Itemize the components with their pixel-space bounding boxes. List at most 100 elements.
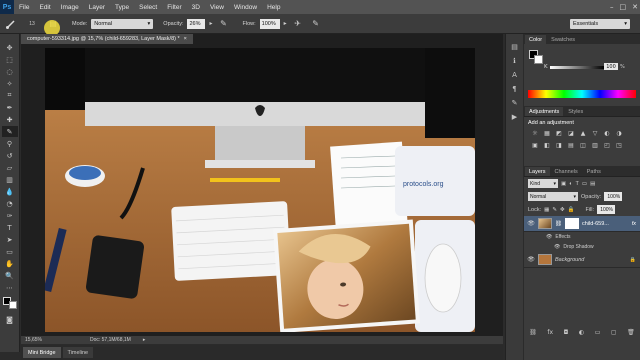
tab-paths[interactable]: Paths	[583, 167, 605, 176]
document-tab[interactable]: computer-593314.jpg @ 15,7% (child-65928…	[21, 34, 193, 44]
image-canvas[interactable]: protocols.org	[45, 48, 475, 332]
shape-tool-icon[interactable]: ▭	[2, 246, 18, 257]
color-balance-icon[interactable]: ◐	[602, 129, 612, 138]
actions-icon[interactable]: ▶	[509, 112, 521, 122]
invert-icon[interactable]: ▤	[566, 141, 576, 150]
add-style-icon[interactable]: fx	[547, 329, 553, 336]
paragraph-icon[interactable]: ¶	[509, 84, 521, 94]
tab-layers[interactable]: Layers	[525, 167, 550, 176]
filter-type-icon[interactable]: T	[576, 181, 579, 187]
delete-layer-icon[interactable]: 🗑	[627, 329, 635, 336]
new-group-icon[interactable]: ▭	[595, 329, 601, 336]
flow-dropdown-icon[interactable]: ▸	[284, 20, 287, 27]
tab-color[interactable]: Color	[525, 35, 547, 44]
layer-opacity-field[interactable]: 100%	[604, 192, 623, 201]
color-swatches[interactable]	[2, 297, 17, 309]
blur-tool-icon[interactable]: 💧	[2, 186, 18, 197]
workspace-select[interactable]: Essentials ▾	[570, 19, 630, 29]
properties-icon[interactable]: ℹ	[509, 56, 521, 66]
type-tool-icon[interactable]: T	[2, 222, 18, 233]
layer-background[interactable]: 👁 Background 🔒	[524, 252, 640, 268]
eye-icon[interactable]: 👁	[546, 234, 552, 240]
menu-edit[interactable]: Edit	[34, 4, 55, 11]
tab-adjustments[interactable]: Adjustments	[525, 107, 564, 116]
brush-size-picker[interactable]: 13	[22, 17, 42, 31]
move-tool-icon[interactable]: ✥	[2, 42, 18, 53]
menu-layer[interactable]: Layer	[84, 4, 110, 11]
blend-mode-select[interactable]: Normal ▾	[528, 192, 578, 201]
tab-styles[interactable]: Styles	[564, 107, 587, 116]
eye-icon[interactable]: 👁	[527, 256, 535, 263]
lock-all-icon[interactable]: 🔒	[568, 207, 575, 213]
crop-tool-icon[interactable]: ⌗	[2, 90, 18, 101]
brush-tool-icon[interactable]	[4, 17, 18, 31]
levels-icon[interactable]: ▦	[542, 129, 552, 138]
kind-filter-select[interactable]: Kind ▾	[528, 179, 558, 188]
background-color-swatch[interactable]	[8, 301, 17, 309]
new-layer-icon[interactable]: ▢	[611, 329, 617, 336]
clone-stamp-tool-icon[interactable]: ⚲	[2, 138, 18, 149]
hand-tool-icon[interactable]: ✋	[2, 258, 18, 269]
channel-mixer-icon[interactable]: ◧	[542, 141, 552, 150]
drop-shadow-row[interactable]: 👁 Drop Shadow	[524, 242, 640, 252]
dodge-tool-icon[interactable]: ◔	[2, 198, 18, 209]
tab-swatches[interactable]: Swatches	[547, 35, 579, 44]
opacity-field[interactable]: 26%	[187, 18, 206, 29]
tab-timeline[interactable]: Timeline	[62, 347, 94, 358]
link-layers-icon[interactable]: ⛓	[529, 329, 537, 336]
healing-brush-tool-icon[interactable]: ✚	[2, 114, 18, 125]
new-adjustment-icon[interactable]: ◐	[579, 329, 584, 336]
selective-color-icon[interactable]: ◳	[614, 141, 624, 150]
menu-window[interactable]: Window	[229, 4, 262, 11]
marquee-tool-icon[interactable]: ⬚	[2, 54, 18, 65]
curves-icon[interactable]: ◩	[554, 129, 564, 138]
lasso-tool-icon[interactable]: ◌	[2, 66, 18, 77]
status-menu-icon[interactable]: ▸	[143, 337, 146, 343]
quick-select-tool-icon[interactable]: ✧	[2, 78, 18, 89]
photo-filter-icon[interactable]: ▣	[530, 141, 540, 150]
threshold-icon[interactable]: ▥	[590, 141, 600, 150]
color-lookup-icon[interactable]: ◨	[554, 141, 564, 150]
menu-image[interactable]: Image	[56, 4, 84, 11]
zoom-level[interactable]: 15,65%	[25, 337, 42, 343]
color-spectrum[interactable]	[528, 90, 636, 98]
filter-pixel-icon[interactable]: ▣	[561, 181, 566, 187]
color-bg-swatch[interactable]	[534, 55, 543, 64]
gradient-map-icon[interactable]: ◰	[602, 141, 612, 150]
menu-3d[interactable]: 3D	[187, 4, 205, 11]
posterize-icon[interactable]: ◫	[578, 141, 588, 150]
opacity-dropdown-icon[interactable]: ▸	[209, 20, 212, 27]
gradient-tool-icon[interactable]: ▥	[2, 174, 18, 185]
eraser-tool-icon[interactable]: ▱	[2, 162, 18, 173]
k-slider[interactable]	[550, 66, 604, 69]
layer-child[interactable]: 👁 ⛓ child-659... fx	[524, 216, 640, 232]
maximize-icon[interactable]: □	[620, 3, 627, 11]
add-mask-icon[interactable]: ◘	[564, 329, 569, 336]
quick-mask-icon[interactable]: ◙	[2, 314, 18, 325]
fill-field[interactable]: 100%	[597, 205, 615, 214]
close-tab-icon[interactable]: ×	[184, 36, 187, 42]
filter-smart-icon[interactable]: ▤	[590, 181, 595, 187]
brush-presets-icon[interactable]: ✎	[509, 98, 521, 108]
menu-type[interactable]: Type	[110, 4, 134, 11]
history-icon[interactable]: ▤	[509, 42, 521, 52]
menu-select[interactable]: Select	[134, 4, 162, 11]
filter-shape-icon[interactable]: ▭	[582, 181, 587, 187]
vibrance-icon[interactable]: ▲	[578, 129, 588, 138]
menu-help[interactable]: Help	[262, 4, 285, 11]
eye-icon[interactable]: 👁	[554, 244, 560, 250]
edit-toolbar-icon[interactable]: ⋯	[2, 282, 18, 293]
fx-badge[interactable]: fx	[632, 221, 636, 227]
eye-icon[interactable]: 👁	[527, 220, 535, 227]
close-icon[interactable]: ✕	[632, 3, 638, 11]
mode-select[interactable]: Normal ▾	[91, 18, 154, 29]
path-select-tool-icon[interactable]: ➤	[2, 234, 18, 245]
zoom-tool-icon[interactable]: 🔍	[2, 270, 18, 281]
flow-field[interactable]: 100%	[259, 18, 280, 29]
pen-tool-icon[interactable]: ✑	[2, 210, 18, 221]
pressure-opacity-icon[interactable]: ✎	[217, 17, 231, 31]
lock-position-icon[interactable]: ✥	[560, 207, 565, 213]
brightness-contrast-icon[interactable]: ☼	[530, 129, 540, 138]
lock-pixels-icon[interactable]: ✎	[552, 207, 557, 213]
filter-adjust-icon[interactable]: ◐	[569, 181, 572, 187]
